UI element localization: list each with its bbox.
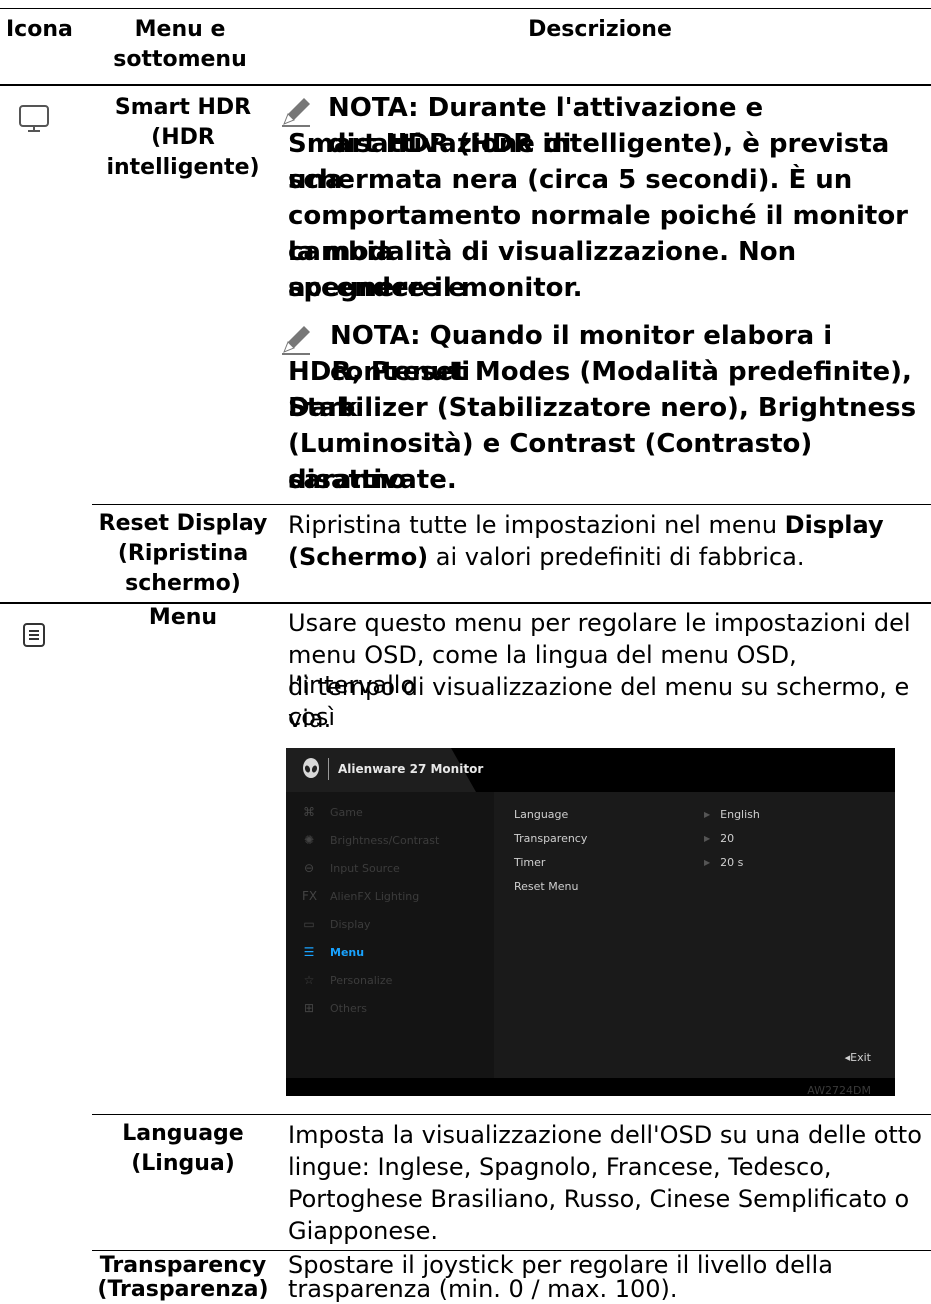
osd-menu-item-others[interactable]: ⊞ Others	[302, 1000, 367, 1016]
triangle-right-icon: ▶	[704, 834, 711, 843]
osd-bottom-bar: AW2724DM	[286, 1078, 895, 1096]
star-icon: ☆	[303, 973, 315, 987]
fx-icon: FX	[302, 889, 318, 903]
smart-hdr-note1-line6: spegnere il monitor.	[288, 273, 583, 303]
menu-name: Menu	[148, 605, 218, 630]
osd-screenshot: Alienware 27 Monitor ⌘ Game ✺ Brightness/C…	[286, 748, 895, 1096]
osd-option-timer[interactable]: Timer	[514, 856, 545, 869]
menu-desc-line1: Usare questo menu per regolare le impost…	[288, 609, 911, 637]
others-icon: ⊞	[303, 1001, 315, 1015]
osd-menu-item-display[interactable]: ▭ Display	[302, 916, 370, 932]
osd-option-language[interactable]: Language	[514, 808, 568, 821]
smart-hdr-name-line1: Smart HDR	[114, 95, 252, 120]
osd-option-transparency[interactable]: Transparency	[514, 832, 587, 845]
smart-hdr-name-line2: (HDR	[151, 125, 215, 150]
language-name-line2: (Lingua)	[131, 1151, 235, 1176]
alien-head-logo-icon	[302, 758, 320, 780]
osd-value-transparency: ▶ 20	[704, 832, 735, 845]
row-rule	[92, 1114, 931, 1115]
osd-value-language: ▶ English	[704, 808, 760, 821]
osd-right-panel: Language Transparency Timer Reset Menu ▶…	[494, 792, 895, 1078]
reset-display-desc-line1: Ripristina tutte le impostazioni nel men…	[288, 511, 884, 539]
osd-menu-item-input-source[interactable]: ⊖ Input Source	[302, 860, 400, 876]
header-menu-column-line1: Menu e	[134, 17, 226, 42]
osd-menu-item-personalize[interactable]: ☆ Personalize	[302, 972, 393, 988]
language-desc-line2: lingue: Inglese, Spagnolo, Francese, Ted…	[288, 1153, 832, 1181]
smart-hdr-note2-line5: disattivate.	[288, 465, 457, 495]
language-desc-line1: Imposta la visualizzazione dell'OSD su u…	[288, 1121, 922, 1149]
osd-left-panel: ⌘ Game ✺ Brightness/Contrast ⊖ Input Source…	[286, 792, 494, 1078]
input-icon: ⊖	[303, 861, 315, 875]
header-menu-column-line2: sottomenu	[113, 47, 247, 72]
transparency-desc-line2: trasparenza (min. 0 / max. 100).	[288, 1275, 678, 1303]
menu-desc-line3: di tempo di visualizzazione del menu su …	[288, 673, 910, 731]
osd-menu-item-game[interactable]: ⌘ Game	[302, 804, 363, 820]
menu-icon: ☰	[303, 945, 315, 959]
header-icon-column: Icona	[6, 17, 73, 42]
osd-model-label: AW2724DM	[807, 1084, 871, 1096]
note-pen-icon	[280, 96, 312, 128]
language-name-line1: Language	[122, 1121, 244, 1146]
osd-menu-item-alienfx[interactable]: FX AlienFX Lighting	[302, 888, 419, 904]
osd-exit-button[interactable]: ◂Exit	[845, 1051, 871, 1064]
gamepad-icon: ⌘	[303, 805, 315, 819]
menu-desc-line4: via.	[288, 705, 332, 733]
smart-hdr-note2-line3: Stabilizer (Stabilizzatore nero), Bright…	[288, 393, 917, 423]
note-pen-icon	[280, 324, 312, 356]
header-rule	[0, 84, 931, 86]
smart-hdr-name-line3: intelligente)	[106, 155, 260, 180]
display-icon: ▭	[303, 917, 315, 931]
reset-display-name-line2: (Ripristina	[117, 541, 249, 566]
osd-menu-item-menu[interactable]: ☰ Menu	[302, 944, 364, 960]
triangle-right-icon: ▶	[704, 858, 711, 867]
display-icon	[18, 104, 50, 134]
reset-display-name-line3: schermo)	[125, 571, 241, 596]
row-rule	[92, 504, 931, 505]
triangle-right-icon: ▶	[704, 810, 711, 819]
menu-list-icon	[22, 622, 46, 648]
transparency-name-line2: (Trasparenza)	[97, 1277, 269, 1302]
reset-display-name-line1: Reset Display	[98, 511, 268, 536]
reset-display-desc-line2: (Schermo) ai valori predefiniti di fabbr…	[288, 543, 805, 571]
header-description-column: Descrizione	[528, 17, 672, 42]
osd-value-timer: ▶ 20 s	[704, 856, 744, 869]
osd-option-reset-menu[interactable]: Reset Menu	[514, 880, 578, 893]
language-desc-line3: Portoghese Brasiliano, Russo, Cinese Sem…	[288, 1185, 910, 1213]
sun-icon: ✺	[303, 833, 315, 847]
osd-title: Alienware 27 Monitor	[338, 762, 484, 776]
top-rule	[0, 8, 931, 9]
osd-title-separator	[328, 758, 329, 780]
language-desc-line4: Giapponese.	[288, 1217, 438, 1245]
smart-hdr-note1-line3: schermata nera (circa 5 secondi). È un	[288, 165, 853, 195]
osd-menu-item-brightness[interactable]: ✺ Brightness/Contrast	[302, 832, 439, 848]
